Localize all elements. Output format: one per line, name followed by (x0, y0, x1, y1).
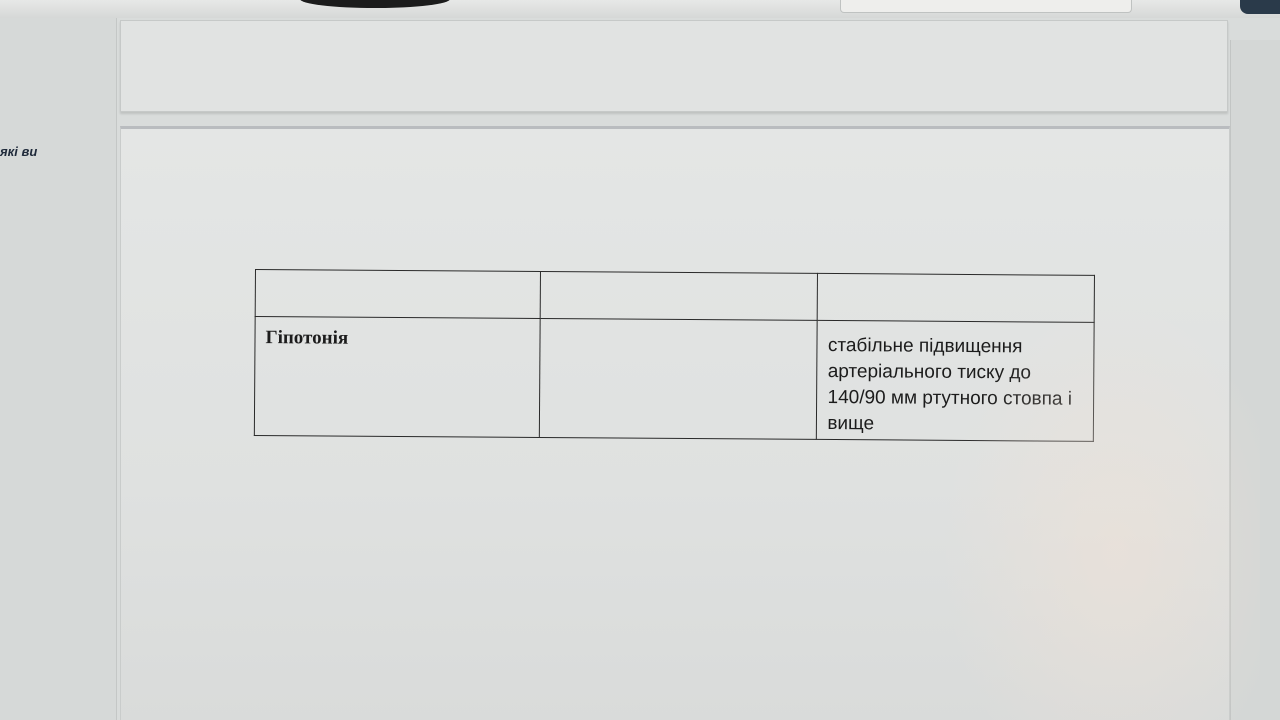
table-row: Гіпотонія стабільне підвищення артеріаль… (254, 316, 1095, 442)
left-panel-text: які ви (0, 144, 38, 159)
table-header-cell-1 (255, 269, 541, 319)
table-cell-middle (539, 318, 818, 440)
top-toolbar (0, 0, 1280, 18)
left-panel: які ви (0, 18, 117, 720)
obscured-toolbar-area (300, 0, 450, 8)
table-header-cell-2 (540, 271, 818, 321)
table-cell-definition: стабільне підвищення артеріального тиску… (816, 320, 1095, 442)
table-header-cell-3 (817, 273, 1095, 323)
app-corner-icon[interactable] (1240, 0, 1280, 14)
document-table: Гіпотонія стабільне підвищення артеріаль… (254, 269, 1095, 442)
definition-text: стабільне підвищення артеріального тиску… (827, 335, 1073, 435)
toolbar-input-field[interactable] (840, 0, 1132, 13)
term-text: Гіпотонія (265, 327, 349, 349)
document-page: Гіпотонія стабільне підвищення артеріаль… (120, 126, 1230, 720)
table-cell-term: Гіпотонія (254, 316, 541, 438)
right-margin-strip (1230, 40, 1280, 720)
table-header-row (255, 269, 1095, 323)
upper-content-panel (120, 20, 1228, 112)
